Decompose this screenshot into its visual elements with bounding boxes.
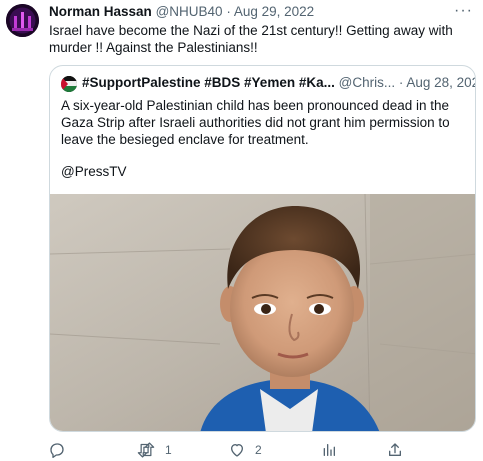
quoted-tweet-source: @PressTV <box>61 164 127 179</box>
date-separator: · <box>226 4 231 19</box>
like-count: 2 <box>255 443 262 457</box>
views-icon <box>321 442 337 458</box>
quoted-author-handle: @Chris... <box>338 75 396 90</box>
retweet-icon <box>137 442 155 458</box>
share-icon <box>387 442 403 458</box>
tweet-actions: 1 2 <box>49 440 469 460</box>
tweet-date[interactable]: Aug 29, 2022 <box>234 4 314 19</box>
tweet-header: Norman Hassan @NHUB40 · Aug 29, 2022 <box>49 4 469 22</box>
more-options-icon[interactable]: ··· <box>454 2 473 20</box>
quoted-author-name: #SupportPalestine #BDS #Yemen #Ka... <box>82 75 335 90</box>
tweet-text: Israel have become the Nazi of the 21st … <box>49 23 453 55</box>
quoted-tweet-header: #SupportPalestine #BDS #Yemen #Ka... @Ch… <box>82 75 475 90</box>
retweet-button[interactable]: 1 <box>137 440 172 460</box>
like-button[interactable]: 2 <box>229 440 262 460</box>
quoted-author-avatar <box>61 76 77 92</box>
retweet-count: 1 <box>165 443 172 457</box>
quoted-tweet[interactable]: #SupportPalestine #BDS #Yemen #Ka... @Ch… <box>49 65 476 432</box>
author-handle[interactable]: @NHUB40 <box>156 4 223 19</box>
author-avatar[interactable] <box>6 4 39 37</box>
quoted-date-separator: · <box>398 75 404 90</box>
quoted-tweet-date: Aug 28, 2022 <box>406 75 475 90</box>
reply-button[interactable] <box>49 440 75 460</box>
author-name[interactable]: Norman Hassan <box>49 4 152 19</box>
views-button[interactable] <box>321 440 347 460</box>
quoted-tweet-photo[interactable] <box>50 194 475 431</box>
reply-icon <box>49 442 65 458</box>
quoted-tweet-text: A six-year-old Palestinian child has bee… <box>61 98 450 147</box>
share-button[interactable] <box>387 440 403 460</box>
like-icon <box>229 442 245 458</box>
